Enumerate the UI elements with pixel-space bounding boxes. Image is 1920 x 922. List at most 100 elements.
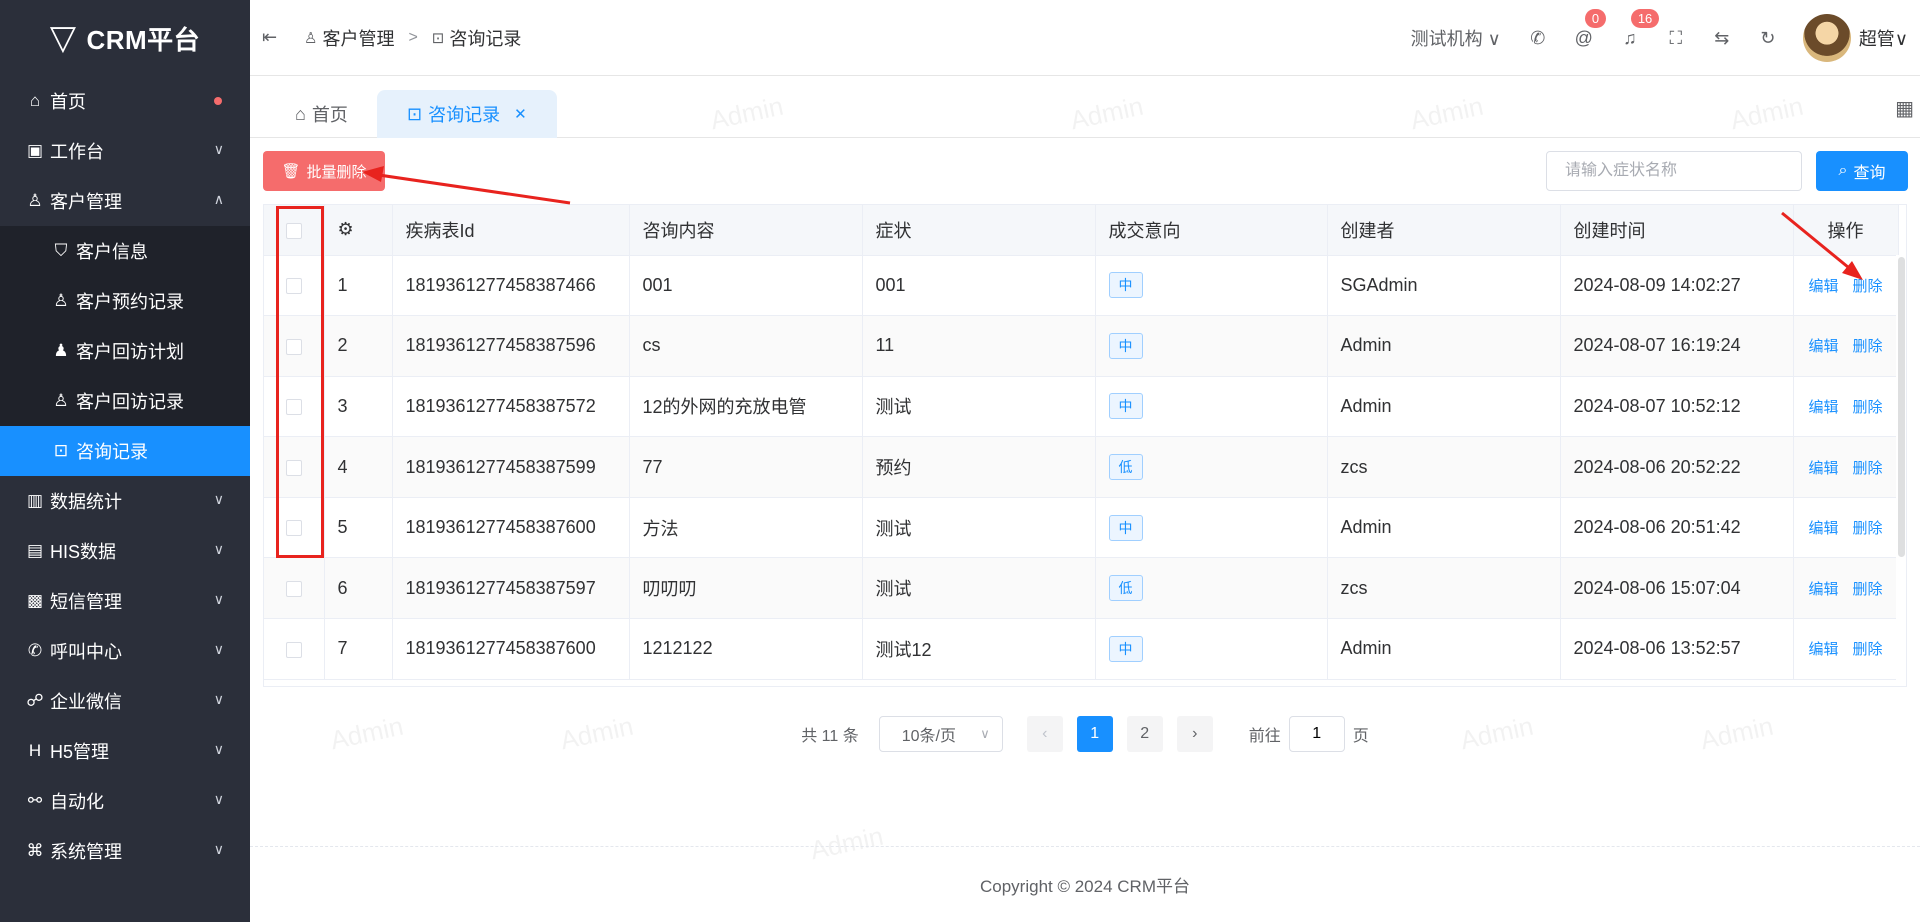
delete-link[interactable]: 删除: [1853, 520, 1883, 537]
batch-delete-button[interactable]: 🗑 批量删除: [263, 151, 385, 191]
tab-home[interactable]: ⌂ 首页: [275, 90, 368, 138]
sidebar-item-label: 工作台: [50, 142, 104, 162]
row-checkbox[interactable]: [285, 581, 302, 598]
row-checkbox[interactable]: [285, 641, 302, 658]
sidebar-item-call-center[interactable]: ✆ 呼叫中心 ∨: [0, 626, 250, 676]
row-checkbox[interactable]: [285, 278, 302, 295]
created-time: 2024-08-07 10:52:12: [1560, 376, 1794, 438]
row-checkbox[interactable]: [285, 520, 302, 537]
row-checkbox[interactable]: [285, 459, 302, 476]
total-count: 共 11 条: [801, 728, 859, 745]
creator: Admin: [1327, 315, 1561, 377]
breadcrumb-item[interactable]: 客户管理: [322, 25, 394, 51]
edit-link[interactable]: 编辑: [1808, 399, 1838, 416]
select-all-checkbox[interactable]: [285, 222, 302, 239]
username: 超管: [1858, 29, 1895, 49]
sidebar-item-consultation-records[interactable]: ⊡ 咨询记录: [0, 426, 250, 476]
close-icon[interactable]: ✕: [514, 105, 527, 123]
intent-tag: 低: [1108, 454, 1143, 481]
actions-cell: 编辑 删除: [1793, 497, 1899, 559]
delete-link[interactable]: 删除: [1853, 460, 1883, 477]
sidebar-item-system[interactable]: ⌘ 系统管理 ∨: [0, 826, 250, 876]
wechat-icon: ☍: [26, 691, 44, 710]
disease-id: 1819361277458387572: [392, 376, 630, 438]
sidebar-item-h5[interactable]: H H5管理 ∨: [0, 726, 250, 776]
sidebar-item-appointments[interactable]: ♙ 客户预约记录: [0, 276, 250, 326]
sidebar-item-automation[interactable]: ⚯ 自动化 ∨: [0, 776, 250, 826]
at-icon[interactable]: @0: [1573, 8, 1607, 49]
consult-content: 77: [629, 436, 863, 498]
edit-link[interactable]: 编辑: [1808, 520, 1838, 537]
page-size-select[interactable]: 10条/页 ∨: [878, 716, 1003, 752]
sidebar-item-wechat-work[interactable]: ☍ 企业微信 ∨: [0, 676, 250, 726]
sidebar-item-customer-info[interactable]: ⛉ 客户信息: [0, 226, 250, 276]
edit-link[interactable]: 编辑: [1808, 338, 1838, 355]
vertical-scrollbar[interactable]: [1896, 255, 1906, 686]
row-checkbox[interactable]: [285, 338, 302, 355]
creator: Admin: [1327, 618, 1561, 680]
translate-icon[interactable]: ⇆: [1711, 28, 1733, 49]
actions-cell: 编辑 删除: [1793, 557, 1899, 620]
user-menu[interactable]: 超管∨: [1859, 25, 1908, 51]
actions-cell: 编辑 删除: [1793, 315, 1899, 377]
edit-link[interactable]: 编辑: [1808, 641, 1838, 658]
row-index: 4: [324, 436, 393, 498]
page-size-value: 10条/页: [901, 728, 956, 745]
sidebar: ▽ CRM平台 ⌂ 首页 ▣ 工作台 ∨ ♙ 客户管理 ∧ ⛉ 客户信息 ♙ 客…: [0, 0, 250, 922]
edit-link[interactable]: 编辑: [1808, 460, 1838, 477]
sidebar-item-his-data[interactable]: ▤ HIS数据 ∨: [0, 526, 250, 576]
delete-link[interactable]: 删除: [1853, 399, 1883, 416]
prev-page-button[interactable]: ‹: [1026, 716, 1063, 752]
breadcrumb: ♙ 客户管理 > ⊡ 咨询记录: [304, 25, 521, 51]
symptom-search-input[interactable]: [1546, 151, 1802, 191]
share-icon: ⚯: [27, 791, 43, 810]
next-page-button[interactable]: ›: [1176, 716, 1213, 752]
row-checkbox[interactable]: [285, 399, 302, 416]
tab-bar: ⌂ 首页 ⊡ 咨询记录 ✕ ▦: [250, 76, 1920, 138]
intent-cell: 中: [1095, 255, 1328, 317]
bell-icon[interactable]: ♫ 16: [1619, 8, 1660, 49]
edit-link[interactable]: 编辑: [1808, 581, 1838, 598]
search-button[interactable]: ⌕ 查询: [1816, 151, 1908, 191]
delete-link[interactable]: 删除: [1853, 581, 1883, 598]
delete-link[interactable]: 删除: [1853, 338, 1883, 355]
tab-consultation-records[interactable]: ⊡ 咨询记录 ✕: [377, 90, 557, 138]
actions-cell: 编辑 删除: [1793, 436, 1899, 498]
disease-id: 1819361277458387597: [392, 557, 630, 620]
org-selector[interactable]: 测试机构 ∨: [1411, 25, 1501, 51]
sidebar-item-home[interactable]: ⌂ 首页: [0, 76, 250, 126]
creator: Admin: [1327, 497, 1561, 559]
symptom: 测试: [862, 497, 1096, 559]
sidebar-item-followup-records[interactable]: ♙ 客户回访记录: [0, 376, 250, 426]
edit-link[interactable]: 编辑: [1808, 278, 1838, 295]
page-button-2[interactable]: 2: [1126, 716, 1163, 752]
page-button-1[interactable]: 1: [1076, 716, 1113, 752]
symptom: 预约: [862, 436, 1096, 498]
consult-content: 12的外网的充放电管: [629, 376, 863, 438]
phone-icon[interactable]: ✆: [1527, 28, 1549, 49]
chevron-down-icon: ∨: [213, 591, 224, 607]
sidebar-item-label: 客户信息: [76, 242, 148, 262]
scrollbar-thumb[interactable]: [1898, 257, 1905, 557]
sidebar-item-customer-management[interactable]: ♙ 客户管理 ∧: [0, 176, 250, 226]
fullscreen-icon[interactable]: ⛶: [1665, 28, 1687, 49]
actions-cell: 编辑 删除: [1793, 618, 1899, 680]
sidebar-item-statistics[interactable]: ▥ 数据统计 ∨: [0, 476, 250, 526]
footer: Copyright © 2024 CRM平台: [250, 846, 1920, 922]
chevron-down-icon: ∨: [213, 641, 224, 657]
gear-icon[interactable]: ⚙: [338, 219, 354, 239]
avatar[interactable]: [1802, 14, 1851, 62]
grid-icon[interactable]: ▦: [1895, 96, 1914, 121]
sidebar-item-workbench[interactable]: ▣ 工作台 ∨: [0, 126, 250, 176]
delete-link[interactable]: 删除: [1853, 278, 1883, 295]
column-header: 创建者: [1327, 205, 1561, 256]
collapse-menu-icon[interactable]: ⇤: [262, 27, 286, 48]
sidebar-item-followup-plan[interactable]: ♟ 客户回访计划: [0, 326, 250, 376]
notification-dot: [214, 97, 222, 105]
delete-link[interactable]: 删除: [1853, 641, 1883, 658]
refresh-icon[interactable]: ↻: [1757, 28, 1779, 49]
sidebar-item-sms[interactable]: ▩ 短信管理 ∨: [0, 576, 250, 626]
briefcase-icon: ▣: [26, 141, 44, 160]
batch-delete-label: 批量删除: [306, 163, 367, 181]
goto-page-input[interactable]: [1288, 716, 1345, 752]
